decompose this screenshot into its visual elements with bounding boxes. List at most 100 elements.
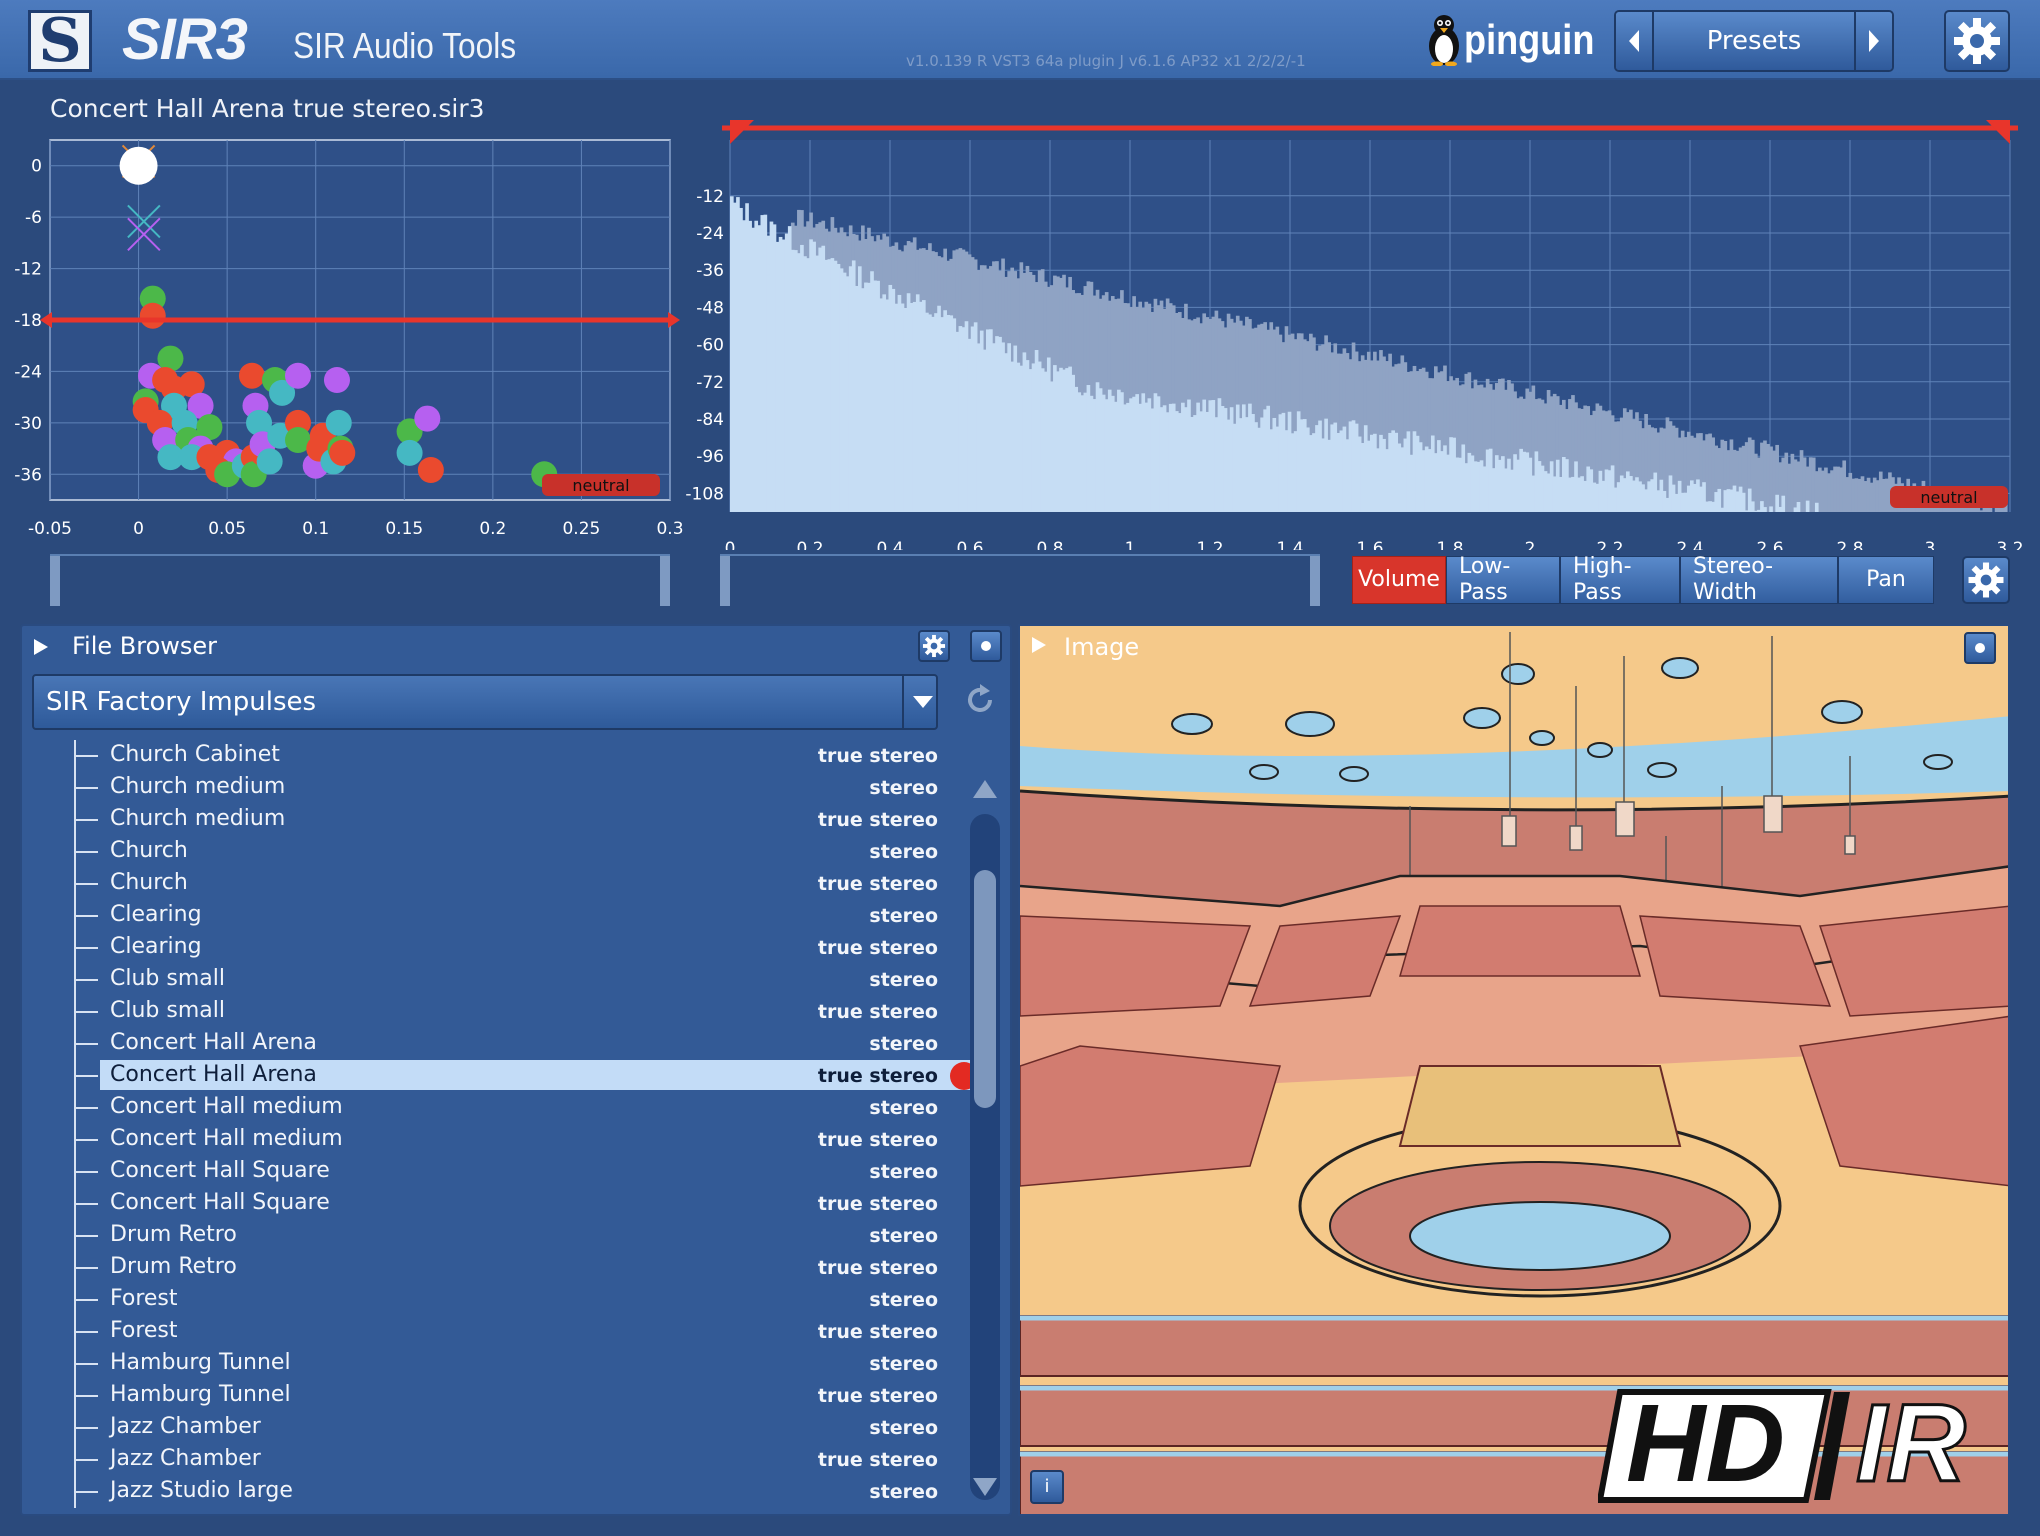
list-item[interactable]: Concert Hall Square true stereo [52,1186,982,1220]
list-item[interactable]: Concert Hall Arena stereo [52,1026,982,1060]
list-item[interactable]: Jazz Chamber stereo [52,1410,982,1444]
penguin-icon [1426,14,1462,67]
list-item[interactable]: Church stereo [52,834,982,868]
list-item[interactable]: Drum Retro stereo [52,1218,982,1252]
list-item-name: Drum Retro [110,1222,237,1247]
list-item-name: Concert Hall medium [110,1126,343,1151]
dot-icon [981,641,991,651]
list-item-name: Club small [110,966,225,991]
list-item-name: Forest [110,1318,178,1343]
y-tick-label: -12 [14,260,42,280]
y-tick-label: -60 [696,336,724,356]
scroller-handle-left[interactable] [720,556,730,606]
list-item[interactable]: Club small stereo [52,962,982,996]
scatter-point [414,405,441,432]
badge-ir-text: IR [1855,1382,1968,1505]
tab-stereo-width[interactable]: Stereo-Width [1680,554,1838,605]
brand-title: SIR3 [122,7,248,72]
tree-connector [74,1250,98,1284]
tab-low-pass[interactable]: Low-Pass [1446,554,1560,605]
scatter-point [417,457,444,483]
tab-pan[interactable]: Pan [1838,556,1934,604]
gear-hole [1980,574,1992,586]
scroller-handle-left[interactable] [50,556,60,606]
decay-bar [1781,495,1786,512]
dot-icon [1975,643,1985,653]
scatter-point [329,439,356,466]
preset-next-button[interactable] [1856,12,1892,70]
scroll-up-icon[interactable] [972,776,998,800]
y-tick-label: -18 [14,311,42,331]
list-item-name: Hamburg Tunnel [110,1350,291,1375]
info-button[interactable]: i [1030,1470,1064,1504]
list-item[interactable]: Forest stereo [52,1282,982,1316]
list-item[interactable]: Clearing true stereo [52,930,982,964]
list-item-type: stereo [869,905,938,927]
list-item[interactable]: Concert Hall Square stereo [52,1154,982,1188]
list-item-type: stereo [869,841,938,863]
scatter-point [323,367,350,393]
tree-connector [74,1122,98,1156]
preset-prev-button[interactable] [1616,12,1652,70]
file-list-scrollbar[interactable] [970,776,1000,1500]
y-tick-label: -24 [14,362,42,382]
folder-select[interactable]: SIR Factory Impulses [32,674,938,730]
expand-triangle-icon[interactable] [32,638,50,656]
list-item[interactable]: Drum Retro true stereo [52,1250,982,1284]
scroll-down-icon[interactable] [972,1476,998,1500]
list-item[interactable]: Concert Hall Arena true stereo [52,1058,982,1092]
refresh-icon[interactable] [962,682,998,718]
browser-record-button[interactable] [970,630,1002,662]
list-item-type: true stereo [817,1129,938,1151]
list-item[interactable]: Concert Hall medium true stereo [52,1122,982,1156]
list-item[interactable]: Church true stereo [52,866,982,900]
tab-volume[interactable]: Volume [1352,556,1446,604]
presets-button[interactable]: Presets [1652,12,1856,70]
x-tick-label: 3.2 [1996,539,2023,550]
y-tick-label: -96 [696,447,724,467]
scatter-range-scroller[interactable] [50,554,670,606]
tree-connector [74,1154,98,1188]
list-item-type: true stereo [817,937,938,959]
list-item[interactable]: Clearing stereo [52,898,982,932]
expand-triangle-icon[interactable] [1030,636,1048,654]
x-tick-label: 0.15 [385,519,423,539]
tab-high-pass[interactable]: High-Pass [1560,554,1680,605]
list-item-name: Church Cabinet [110,742,280,767]
list-item-type: stereo [869,1417,938,1439]
x-tick-label: 0.05 [208,519,246,539]
list-item[interactable]: Club small true stereo [52,994,982,1028]
tree-connector [74,1026,98,1060]
list-item[interactable]: Church medium stereo [52,770,982,804]
list-item[interactable]: Forest true stereo [52,1314,982,1348]
y-tick-label: 0 [31,157,42,177]
list-item-name: Forest [110,1286,178,1311]
list-item[interactable]: Hamburg Tunnel stereo [52,1346,982,1380]
list-item[interactable]: Jazz Studio large stereo [52,1474,982,1508]
list-item[interactable]: Hamburg Tunnel true stereo [52,1378,982,1412]
browser-settings-button[interactable] [918,630,950,662]
decay-bar [1814,502,1819,512]
chevron-down-icon [913,696,933,708]
scrollbar-thumb[interactable] [974,870,996,1108]
scroller-handle-right[interactable] [1310,556,1320,606]
list-item[interactable]: Concert Hall medium stereo [52,1090,982,1124]
tree-connector [74,1090,98,1124]
dropdown-separator [902,676,904,728]
list-item-name: Club small [110,998,225,1023]
scroller-handle-right[interactable] [660,556,670,606]
list-item[interactable]: Church Cabinet true stereo [52,740,982,772]
gear-shape [922,634,946,658]
list-item[interactable]: Jazz Chamber true stereo [52,1442,982,1476]
tree-connector [74,1314,98,1348]
list-item[interactable]: Church medium true stereo [52,802,982,836]
image-record-button[interactable] [1964,632,1996,664]
brand-subtitle: SIR Audio Tools [293,25,517,66]
scatter-point [139,302,166,329]
list-item-type: true stereo [817,1257,938,1279]
envelope-settings-button[interactable] [1962,556,2010,604]
settings-button[interactable] [1944,10,2010,72]
decay-range-scroller[interactable] [720,554,1320,606]
x-tick-label: 1.2 [1196,539,1223,550]
list-item-name: Concert Hall medium [110,1094,343,1119]
